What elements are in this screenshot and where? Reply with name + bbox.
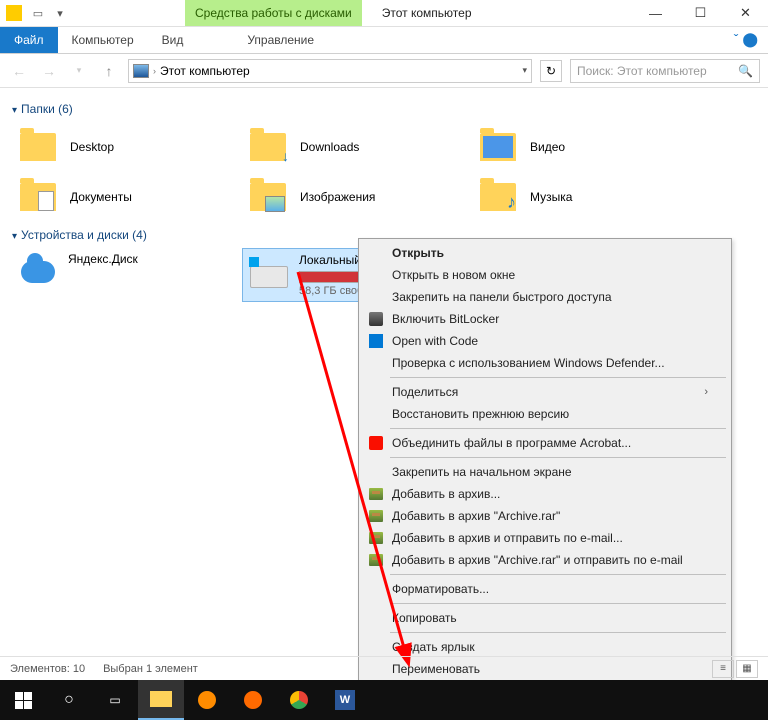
task-view-button[interactable]: ▭	[92, 680, 138, 720]
explorer-app-icon	[6, 5, 22, 21]
ctx-open[interactable]: Открыть	[362, 242, 728, 264]
firefox-icon	[244, 691, 262, 709]
start-button[interactable]	[0, 680, 46, 720]
word-icon: W	[335, 690, 355, 710]
ctx-restore-version[interactable]: Восстановить прежнюю версию	[362, 403, 728, 425]
ctx-copy[interactable]: Копировать	[362, 607, 728, 629]
acrobat-icon	[369, 436, 383, 450]
address-bar[interactable]: › Этот компьютер ▾	[128, 59, 532, 83]
refresh-button[interactable]: ↻	[540, 60, 562, 82]
folder-images[interactable]: Изображения	[242, 172, 472, 222]
window-title: Этот компьютер	[382, 6, 472, 20]
status-selected: Выбран 1 элемент	[103, 663, 198, 675]
nav-forward-button[interactable]: →	[38, 60, 60, 82]
search-icon: 🔍	[738, 64, 753, 78]
ribbon-tabs: Файл Компьютер Вид Управление ˇ ⬤	[0, 27, 768, 54]
ctx-pin-quick-access[interactable]: Закрепить на панели быстрого доступа	[362, 286, 728, 308]
folder-downloads[interactable]: Downloads	[242, 122, 472, 172]
nav-history-dropdown[interactable]: ▾	[68, 60, 90, 82]
nav-up-button[interactable]: ↑	[98, 60, 120, 82]
ctx-acrobat-combine[interactable]: Объединить файлы в программе Acrobat...	[362, 432, 728, 454]
ctx-open-with-code[interactable]: Open with Code	[362, 330, 728, 352]
ctx-bitlocker[interactable]: Включить BitLocker	[362, 308, 728, 330]
qat-dropdown-icon[interactable]: ▾	[50, 3, 70, 23]
navigation-bar: ← → ▾ ↑ › Этот компьютер ▾ ↻ Поиск: Этот…	[0, 54, 768, 88]
help-button[interactable]: ˇ ⬤	[724, 27, 768, 53]
ctx-add-archive[interactable]: Добавить в архив...	[362, 483, 728, 505]
taskbar: ○ ▭ W	[0, 680, 768, 720]
titlebar: ▭ ▾ Средства работы с дисками Этот компь…	[0, 0, 768, 27]
winrar-icon	[369, 554, 383, 566]
status-bar: Элементов: 10 Выбран 1 элемент ≡ ▦	[0, 656, 768, 680]
folders-section-header[interactable]: ▾Папки (6)	[12, 96, 756, 122]
ctx-format[interactable]: Форматировать...	[362, 578, 728, 600]
view-tiles-button[interactable]: ▦	[736, 660, 758, 678]
status-item-count: Элементов: 10	[10, 663, 85, 675]
hdd-icon	[250, 266, 288, 288]
taskbar-word[interactable]: W	[322, 680, 368, 720]
tab-file[interactable]: Файл	[0, 27, 58, 53]
tab-view[interactable]: Вид	[148, 27, 198, 53]
tab-manage[interactable]: Управление	[233, 27, 328, 53]
ctx-defender-scan[interactable]: Проверка с использованием Windows Defend…	[362, 352, 728, 374]
winrar-icon	[369, 532, 383, 544]
winrar-icon	[369, 510, 383, 522]
media-player-icon	[198, 691, 216, 709]
taskbar-chrome[interactable]	[276, 680, 322, 720]
context-menu: Открыть Открыть в новом окне Закрепить н…	[358, 238, 732, 713]
folder-documents[interactable]: Документы	[12, 172, 242, 222]
qat-properties-icon[interactable]: ▭	[28, 3, 48, 23]
winrar-icon	[369, 488, 383, 500]
chevron-right-icon: ›	[704, 386, 708, 398]
breadcrumb-this-pc[interactable]: Этот компьютер	[160, 64, 250, 78]
maximize-button[interactable]: ☐	[678, 0, 723, 27]
drive-yandex-disk[interactable]: Яндекс.Диск	[12, 248, 242, 302]
folder-desktop[interactable]: Desktop	[12, 122, 242, 172]
folder-music[interactable]: Музыка	[472, 172, 702, 222]
search-button[interactable]: ○	[46, 680, 92, 720]
contextual-tab-drive-tools[interactable]: Средства работы с дисками	[185, 0, 362, 26]
taskbar-explorer[interactable]	[138, 680, 184, 720]
address-dropdown-icon[interactable]: ▾	[522, 65, 527, 76]
nav-back-button[interactable]: ←	[8, 60, 30, 82]
search-input[interactable]: Поиск: Этот компьютер 🔍	[570, 59, 760, 83]
tab-computer[interactable]: Компьютер	[58, 27, 148, 53]
ctx-pin-start[interactable]: Закрепить на начальном экране	[362, 461, 728, 483]
ctx-open-new-window[interactable]: Открыть в новом окне	[362, 264, 728, 286]
chrome-icon	[290, 691, 308, 709]
minimize-button[interactable]: —	[633, 0, 678, 27]
ctx-add-archive-rar[interactable]: Добавить в архив "Archive.rar"	[362, 505, 728, 527]
ctx-archive-rar-email[interactable]: Добавить в архив "Archive.rar" и отправи…	[362, 549, 728, 571]
taskbar-firefox[interactable]	[230, 680, 276, 720]
close-button[interactable]: ✕	[723, 0, 768, 27]
vscode-icon	[369, 334, 383, 348]
taskbar-media-player[interactable]	[184, 680, 230, 720]
bitlocker-icon	[369, 312, 383, 326]
view-details-button[interactable]: ≡	[712, 660, 734, 678]
folder-video[interactable]: Видео	[472, 122, 702, 172]
ctx-share[interactable]: Поделиться›	[362, 381, 728, 403]
ctx-archive-email[interactable]: Добавить в архив и отправить по e-mail..…	[362, 527, 728, 549]
cloud-icon	[21, 261, 55, 283]
explorer-icon	[150, 691, 172, 707]
this-pc-icon	[133, 64, 149, 78]
ctx-create-shortcut[interactable]: Создать ярлык	[362, 636, 728, 658]
